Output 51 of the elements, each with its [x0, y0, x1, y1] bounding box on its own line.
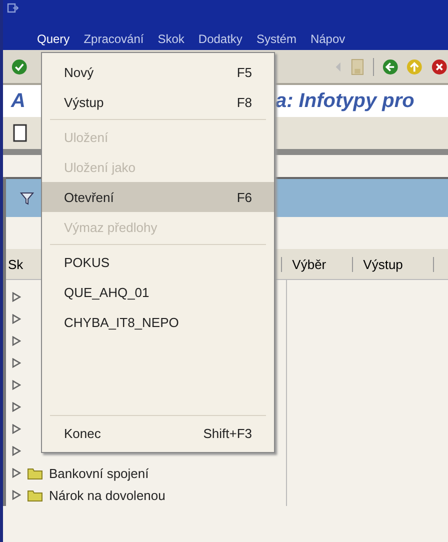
window-icon — [7, 2, 19, 14]
menu-title[interactable]: Dodatky — [198, 32, 242, 46]
expand-arrow-icon[interactable] — [12, 314, 21, 324]
tree-item[interactable]: Bankovní spojení — [49, 466, 149, 480]
expand-arrow-icon[interactable] — [12, 292, 21, 302]
menu-item-label: CHYBA_IT8_NEPO — [64, 314, 179, 330]
menu-item-label: QUE_AHQ_01 — [64, 284, 150, 300]
expand-arrow-icon[interactable] — [12, 446, 21, 456]
menu-title[interactable]: Nápov — [310, 32, 346, 46]
check-icon[interactable] — [11, 58, 28, 76]
menu-item-label: Uložení — [64, 130, 108, 144]
shortcut-label: Shift+F3 — [203, 426, 252, 440]
expand-arrow-icon[interactable] — [12, 358, 21, 368]
menu-item-label: Výstup — [64, 94, 104, 110]
back-icon[interactable] — [382, 58, 398, 76]
expand-arrow-icon[interactable] — [12, 468, 21, 478]
menu-item-label: Otevření — [64, 190, 114, 204]
menu-item-label: Nový — [64, 64, 94, 80]
column-header: Výstup — [352, 256, 434, 272]
menu-item[interactable]: CHYBA_IT8_NEPO — [42, 307, 274, 337]
document-icon[interactable] — [13, 124, 27, 142]
expand-arrow-icon[interactable] — [12, 424, 21, 434]
menu-item[interactable]: POKUS — [42, 247, 274, 277]
expand-arrow-icon[interactable] — [12, 336, 21, 346]
folder-icon — [27, 488, 43, 502]
menu-item-label: Uložení jako — [64, 160, 136, 174]
screen-title: a: Infotypy pro — [275, 90, 414, 112]
folder-icon — [27, 466, 43, 480]
shortcut-label: F6 — [236, 190, 252, 204]
menu-item[interactable]: QUE_AHQ_01 — [42, 277, 274, 307]
cancel-icon[interactable] — [431, 58, 448, 76]
shortcut-label: F8 — [236, 94, 252, 110]
tree-item[interactable]: Nárok na dovolenou — [49, 488, 166, 502]
menu-title[interactable]: Systém — [256, 32, 296, 46]
menu-item-label: Konec — [64, 426, 101, 440]
menu-title[interactable]: Skok — [158, 32, 184, 46]
menu-item-label: Výmaz předlohy — [64, 220, 158, 234]
expand-arrow-icon[interactable] — [12, 490, 21, 500]
shortcut-label: F5 — [236, 64, 252, 80]
menu-item[interactable]: Výstup F8 — [42, 87, 274, 117]
filter-icon[interactable] — [20, 191, 34, 205]
menu-title[interactable]: Zpracování — [84, 32, 144, 46]
screen-title: A — [11, 90, 26, 112]
menu-item-label: POKUS — [64, 254, 110, 270]
expand-arrow-icon[interactable] — [12, 380, 21, 390]
menu-title[interactable]: Query — [37, 32, 70, 46]
column-header: Výběr — [281, 256, 352, 272]
menu-item[interactable]: Otevření F6 — [42, 182, 274, 212]
menu-item[interactable]: Konec Shift+F3 — [42, 418, 274, 448]
column-header: Sk — [7, 256, 24, 272]
expand-arrow-icon[interactable] — [12, 402, 21, 412]
